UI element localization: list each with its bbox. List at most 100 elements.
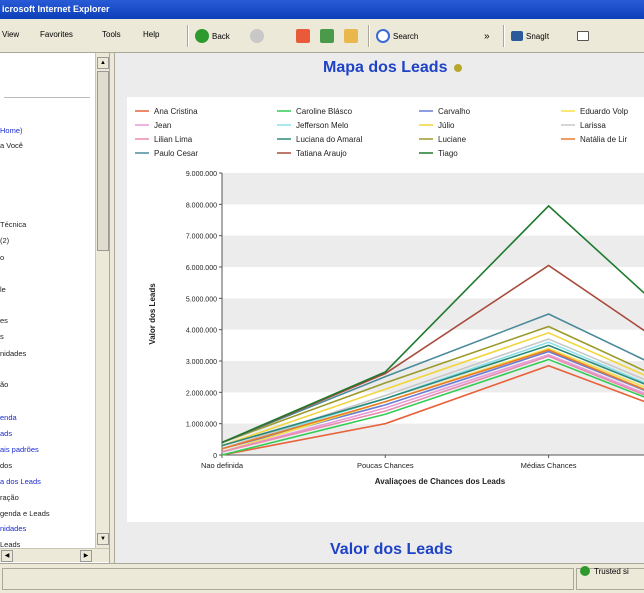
y-tick-label: 1.000.000: [186, 422, 217, 429]
toolbar-overflow-chevron[interactable]: »: [484, 25, 490, 47]
y-tick-label: 9.000.000: [186, 171, 217, 178]
legend-label: Jean: [154, 121, 171, 130]
window-titlebar: icrosoft Internet Explorer: [0, 0, 644, 19]
x-tick-label: Poucas Chances: [357, 461, 414, 470]
legend-label: Tatiana Araujo: [296, 149, 347, 158]
scroll-down-arrow-icon[interactable]: ▼: [97, 533, 109, 545]
sidebar-frame: Home) a Você Técnica (2) o le es s nidad…: [0, 53, 96, 563]
legend-label: Ana Cristina: [154, 107, 198, 116]
legend-label: Paulo Cesar: [154, 149, 198, 158]
legend-label: Lilian Lima: [154, 135, 193, 144]
refresh-icon: [320, 29, 334, 43]
sidebar-item[interactable]: ão: [0, 380, 8, 389]
scroll-right-arrow-icon[interactable]: ▶: [80, 550, 92, 562]
window-title: icrosoft Internet Explorer: [2, 4, 110, 14]
stop-button[interactable]: [296, 25, 313, 47]
legend-label: Luciana do Amaral: [296, 135, 362, 144]
legend-label: Eduardo Volp: [580, 107, 629, 116]
snagit-window-button[interactable]: [577, 25, 592, 47]
y-tick-label: 7.000.000: [186, 234, 217, 241]
sidebar-item[interactable]: le: [0, 285, 6, 294]
scroll-left-arrow-icon[interactable]: ◀: [1, 550, 13, 562]
status-bar: [0, 563, 644, 593]
sidebar-item[interactable]: a dos Leads: [0, 477, 41, 486]
help-icon[interactable]: [453, 63, 462, 72]
legend-label: Carvalho: [438, 107, 471, 116]
menu-tools[interactable]: Tools: [102, 30, 121, 39]
y-axis-title: Valor dos Leads: [148, 283, 157, 345]
sidebar-item[interactable]: ads: [0, 429, 12, 438]
sidebar-item[interactable]: enda: [0, 413, 17, 422]
legend-label: Larissa: [580, 121, 606, 130]
x-tick-label: Nao definida: [201, 461, 244, 470]
sidebar-horizontal-scrollbar[interactable]: ◀ ▶: [0, 548, 109, 562]
sidebar-item[interactable]: a Você: [0, 141, 23, 150]
search-label: Search: [393, 31, 419, 41]
search-button[interactable]: Search: [376, 25, 418, 47]
sidebar-item[interactable]: ais padrões: [0, 445, 39, 454]
grid-band: [222, 298, 644, 330]
leads-line-chart: Ana Cristina Caroline Blásco Carvalho Eduar…: [135, 107, 644, 486]
sidebar-item[interactable]: s: [0, 332, 4, 341]
legend-label: Luciane: [438, 135, 467, 144]
sidebar-item[interactable]: nidades: [0, 524, 26, 533]
home-button[interactable]: [344, 25, 361, 47]
page-title-text: Mapa dos Leads: [323, 59, 448, 76]
y-tick-label: 4.000.000: [186, 328, 217, 335]
legend-label: Jefferson Melo: [296, 121, 349, 130]
sidebar-item[interactable]: o: [0, 253, 4, 262]
forward-button[interactable]: [250, 25, 267, 47]
y-tick-label: 6.000.000: [186, 265, 217, 272]
legend-label: Júlio: [438, 121, 455, 130]
home-icon: [344, 29, 358, 43]
trusted-zone-label: Trusted si: [594, 566, 629, 576]
snagit-label: SnagIt: [526, 31, 550, 41]
section-title: Valor dos Leads: [330, 541, 453, 558]
forward-arrow-icon: [250, 29, 264, 43]
sidebar-item[interactable]: ração: [0, 493, 19, 502]
sidebar-item[interactable]: genda e Leads: [0, 509, 50, 518]
sidebar-vertical-scrollbar[interactable]: ▲ ▼: [95, 53, 109, 548]
page-title: Mapa dos Leads: [323, 59, 462, 77]
y-tick-label: 2.000.000: [186, 390, 217, 397]
y-tick-label: 3.000.000: [186, 359, 217, 366]
sidebar-divider: [4, 97, 90, 98]
trusted-zone: Trusted si: [580, 566, 629, 576]
toolbar-separator: [187, 25, 189, 47]
leads-chart-panel: Ana Cristina Caroline Blásco Carvalho Eduar…: [127, 97, 644, 522]
back-button[interactable]: Back: [195, 25, 230, 47]
trusted-check-icon: [580, 566, 590, 576]
back-arrow-icon: [195, 29, 209, 43]
sidebar-item[interactable]: nidades: [0, 349, 26, 358]
toolbar-separator: [503, 25, 505, 47]
back-label: Back: [212, 31, 230, 41]
sidebar-item[interactable]: es: [0, 316, 8, 325]
sidebar-item[interactable]: dos: [0, 461, 12, 470]
toolbar-separator: [368, 25, 370, 47]
search-icon: [376, 29, 390, 43]
snagit-button[interactable]: SnagIt: [511, 25, 549, 47]
browser-toolbar: View Favorites Tools Help Back Search » …: [0, 19, 644, 53]
legend-label: Tiago: [438, 149, 458, 158]
y-tick-label: 5.000.000: [186, 296, 217, 303]
menu-favorites[interactable]: Favorites: [40, 30, 73, 39]
y-tick-label: 0: [213, 453, 217, 460]
menu-view[interactable]: View: [2, 30, 19, 39]
sidebar-item[interactable]: (2): [0, 236, 9, 245]
grid-band: [222, 173, 644, 205]
sidebar-item[interactable]: Técnica: [0, 220, 26, 229]
stop-icon: [296, 29, 310, 43]
sidebar-item[interactable]: Home): [0, 126, 23, 135]
legend-label: Caroline Blásco: [296, 107, 353, 116]
status-text-cell: [2, 568, 574, 590]
menu-help[interactable]: Help: [143, 30, 159, 39]
x-tick-label: Médias Chances: [521, 461, 577, 470]
main-content: Mapa dos Leads Ana Cristina Caroline Blás…: [115, 53, 644, 563]
legend-label: Natália de Lir: [580, 135, 627, 144]
grid-band: [222, 235, 644, 267]
snagit-icon: [511, 31, 523, 41]
y-tick-label: 8.000.000: [186, 202, 217, 209]
scrollbar-thumb[interactable]: [97, 71, 109, 251]
scroll-up-arrow-icon[interactable]: ▲: [97, 57, 109, 69]
refresh-button[interactable]: [320, 25, 337, 47]
